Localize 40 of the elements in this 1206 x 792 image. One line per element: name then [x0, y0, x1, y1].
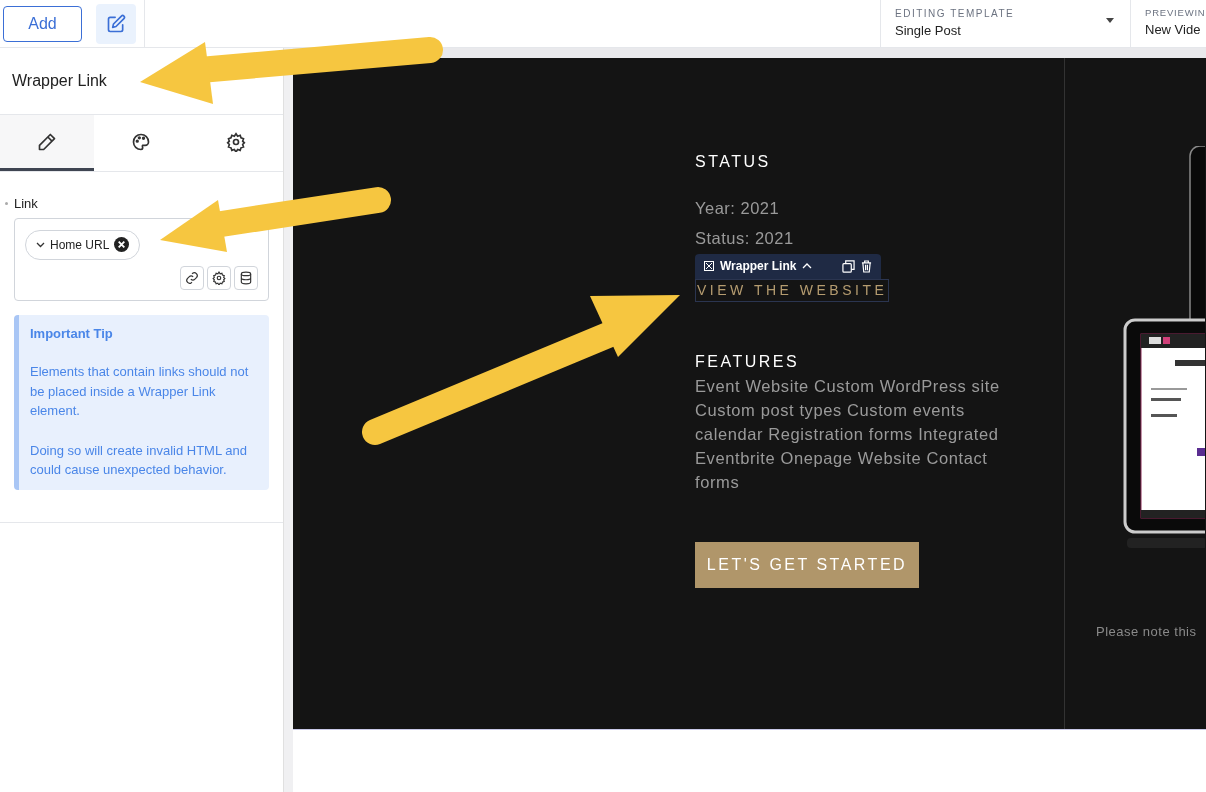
section-heading: STATUS — [695, 152, 771, 172]
status-line: Status: 2021 — [695, 227, 794, 249]
element-toolbar[interactable]: Wrapper Link — [695, 253, 881, 279]
edit-icon — [106, 13, 126, 34]
remove-icon[interactable] — [114, 237, 130, 252]
add-button[interactable]: Add — [3, 5, 82, 42]
dropdown-label: EDITING TEMPLATE — [895, 7, 1015, 21]
duplicate-icon[interactable] — [842, 259, 855, 273]
tip-text: Doing so will create invalid HTML and could cause unexpected behavior. — [30, 441, 248, 479]
edit-button[interactable] — [96, 3, 136, 44]
dropdown-value: New Vide — [1145, 21, 1201, 40]
template-dropdown[interactable]: EDITING TEMPLATE Single Post — [880, 0, 1130, 47]
status-line: Year: 2021 — [695, 198, 780, 219]
settings-icon — [225, 131, 246, 152]
scrollbar[interactable] — [283, 48, 293, 792]
expand-icon — [704, 261, 714, 271]
tip-title: Important Tip — [30, 324, 113, 343]
dropdown-value: Single Post — [895, 22, 961, 40]
database-button[interactable] — [234, 265, 258, 290]
dropdown-label: PREVIEWIN — [1145, 6, 1206, 20]
panel-tab[interactable] — [0, 115, 95, 171]
database-icon — [239, 270, 253, 285]
preview-dropdown[interactable]: PREVIEWIN New Vide — [1130, 0, 1206, 47]
field-label: Link — [14, 195, 38, 213]
chevron-up-icon — [802, 263, 813, 269]
chevron-icon — [36, 241, 45, 248]
section-heading: FEATURES — [695, 351, 800, 372]
note-text: Please note this — [1096, 623, 1197, 641]
settings-button[interactable] — [207, 265, 231, 290]
palette-icon — [131, 131, 152, 152]
link-button[interactable] — [180, 265, 204, 290]
pencil-icon — [37, 131, 58, 152]
panel-title: Wrapper Link — [12, 71, 107, 91]
trash-icon[interactable] — [861, 259, 872, 273]
features-text: Event Website Custom WordPress site Custom post types Custom events calendar Registration forms Integrated Eventbrite Onepage Website Contact forms — [695, 375, 1001, 493]
website-link[interactable]: VIEW THE WEBSITE — [695, 278, 890, 302]
caret-icon — [1106, 18, 1114, 24]
tip-text: Elements that contain links should not be placed inside a Wrapper Link element. — [30, 363, 250, 420]
link-icon — [185, 270, 199, 285]
settings-icon — [212, 270, 226, 285]
